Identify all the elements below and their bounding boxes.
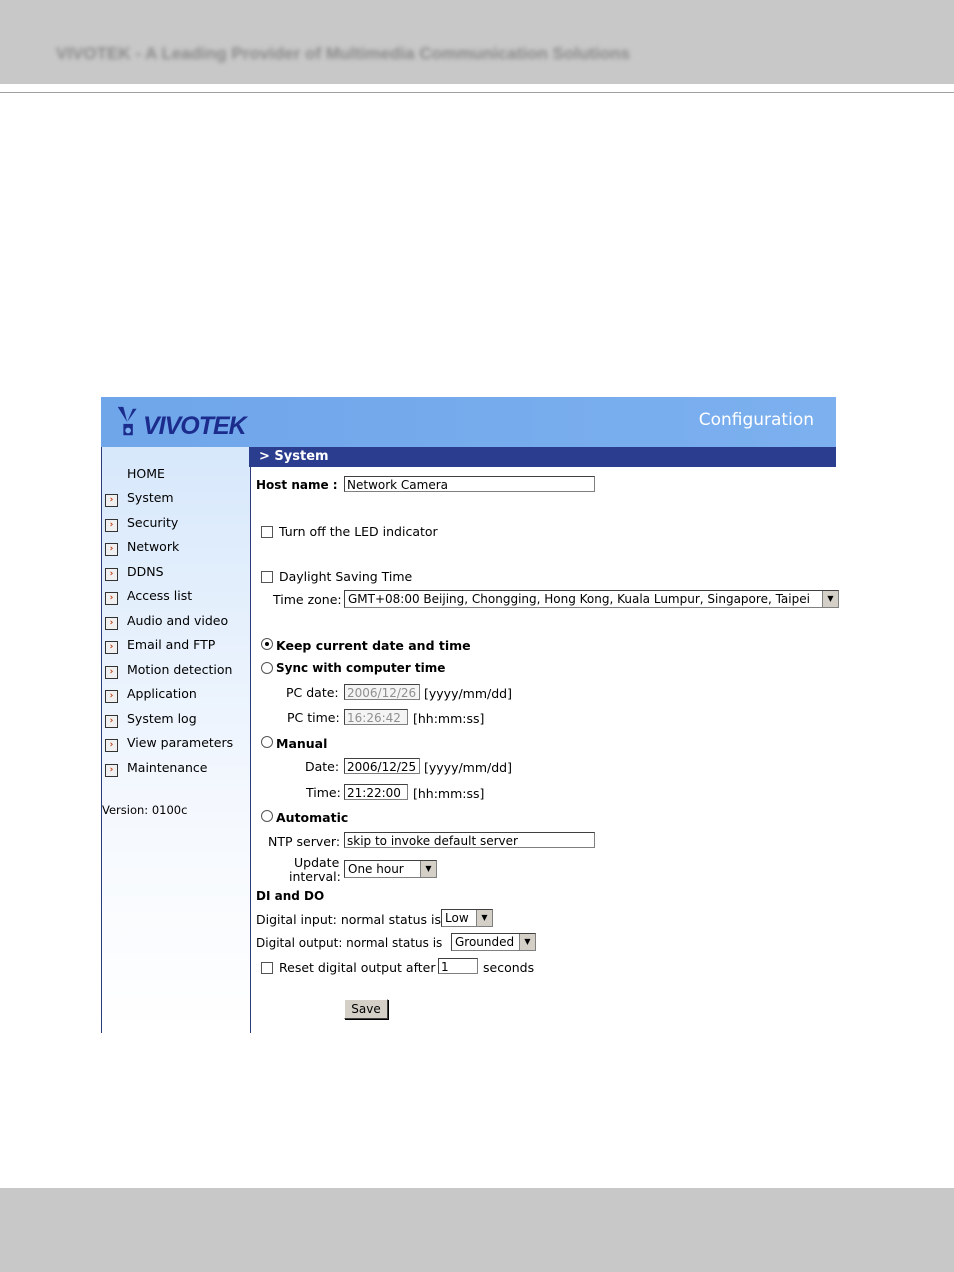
timezone-value: GMT+08:00 Beijing, Chongging, Hong Kong,… (348, 592, 810, 606)
seconds-label: seconds (483, 960, 535, 975)
manual-radio[interactable] (261, 736, 273, 748)
sync-time-label: Sync with computer time (276, 661, 446, 675)
arrow-icon: › (105, 764, 118, 777)
arrow-icon: › (105, 739, 118, 752)
digital-output-label: Digital output: normal status is (256, 936, 443, 950)
date-format: [yyyy/mm/dd] (424, 760, 512, 775)
document-header: VIVOTEK - A Leading Provider of Multimed… (0, 0, 954, 84)
reset-output-checkbox[interactable] (261, 962, 273, 974)
sidebar-item-label: Application (127, 686, 197, 701)
update-interval-value: One hour (348, 862, 404, 876)
chevron-down-icon[interactable]: ▼ (420, 861, 436, 877)
sidebar-item-label: System log (127, 711, 197, 726)
logo-wordmark: VIVOTEK (143, 412, 247, 440)
sidebar-item-home[interactable]: HOME (127, 466, 165, 481)
dst-label: Daylight Saving Time (279, 569, 413, 584)
keep-time-label: Keep current date and time (276, 638, 471, 653)
led-checkbox[interactable] (261, 526, 273, 538)
pc-time-format: [hh:mm:ss] (413, 711, 485, 726)
manual-label: Manual (276, 736, 328, 751)
sidebar-item-label: DDNS (127, 564, 164, 579)
arrow-icon: › (105, 690, 118, 703)
sidebar-item-label: Motion detection (127, 662, 233, 677)
configuration-screenshot: VIVOTEK Configuration HOME › System › Secu… (101, 397, 861, 1033)
sidebar-item-label: Email and FTP (127, 637, 216, 652)
arrow-icon: › (105, 494, 118, 507)
sidebar-item-label: Maintenance (127, 760, 208, 775)
page-title: Configuration (698, 410, 814, 430)
led-label: Turn off the LED indicator (279, 524, 438, 539)
update-label: Update (294, 855, 340, 870)
sidebar-item-label: Audio and video (127, 613, 229, 628)
banner: VIVOTEK Configuration (101, 397, 836, 447)
ntp-server-label: NTP server: (268, 834, 341, 849)
pc-date-label: PC date: (286, 685, 339, 700)
automatic-label: Automatic (276, 810, 349, 825)
keep-time-radio[interactable] (261, 638, 273, 650)
document-footer (0, 1188, 954, 1272)
date-label: Date: (305, 759, 340, 774)
interval-label: interval: (289, 869, 341, 884)
chevron-down-icon[interactable]: ▼ (519, 934, 535, 950)
chevron-down-icon[interactable]: ▼ (476, 910, 492, 926)
time-input[interactable]: 21:22:00 (344, 784, 408, 800)
chevron-down-icon[interactable]: ▼ (822, 591, 838, 607)
version-label: Version: 0100c (102, 803, 188, 817)
timezone-label: Time zone: (273, 592, 342, 607)
arrow-icon: › (105, 519, 118, 532)
arrow-icon: › (105, 592, 118, 605)
arrow-icon: › (105, 666, 118, 679)
pc-time-label: PC time: (287, 710, 340, 725)
time-format: [hh:mm:ss] (413, 786, 485, 801)
reset-seconds-input[interactable]: 1 (438, 958, 478, 974)
digital-output-value: Grounded (455, 935, 515, 949)
sidebar-item-label: Security (127, 515, 179, 530)
date-input[interactable]: 2006/12/25 (344, 758, 420, 774)
host-name-label: Host name : (256, 478, 338, 492)
ntp-server-input[interactable]: skip to invoke default server (344, 832, 595, 848)
pc-date-format: [yyyy/mm/dd] (424, 686, 512, 701)
header-divider (0, 92, 954, 93)
digital-input-value: Low (445, 911, 469, 925)
section-title: > System (249, 447, 836, 467)
reset-output-label: Reset digital output after (279, 960, 436, 975)
vivotek-logo-icon (117, 406, 137, 436)
automatic-radio[interactable] (261, 810, 273, 822)
document-header-text: VIVOTEK - A Leading Provider of Multimed… (56, 44, 630, 63)
time-label: Time: (306, 785, 341, 800)
digital-input-select[interactable]: Low ▼ (441, 909, 493, 927)
pc-time-input[interactable]: 16:26:42 (344, 709, 408, 725)
arrow-icon: › (105, 715, 118, 728)
arrow-icon: › (105, 543, 118, 556)
sync-time-radio[interactable] (261, 662, 273, 674)
di-do-heading: DI and DO (256, 889, 325, 903)
sidebar-item-label: Access list (127, 588, 193, 603)
update-interval-select[interactable]: One hour ▼ (344, 860, 437, 878)
timezone-select[interactable]: GMT+08:00 Beijing, Chongging, Hong Kong,… (344, 590, 839, 608)
arrow-icon: › (105, 617, 118, 630)
sidebar-item-label: Network (127, 539, 180, 554)
pc-date-input[interactable]: 2006/12/26 (344, 684, 420, 700)
sidebar-item-label: View parameters (127, 735, 234, 750)
sidebar: HOME › System › Security › Network › DDNS › A… (101, 447, 251, 1033)
host-name-input[interactable]: Network Camera (344, 476, 595, 492)
arrow-icon: › (105, 641, 118, 654)
digital-input-label: Digital input: normal status is (256, 912, 441, 927)
arrow-icon: › (105, 568, 118, 581)
digital-output-select[interactable]: Grounded ▼ (451, 933, 536, 951)
sidebar-item-label: System (127, 490, 174, 505)
dst-checkbox[interactable] (261, 571, 273, 583)
save-button[interactable]: Save (344, 999, 388, 1019)
